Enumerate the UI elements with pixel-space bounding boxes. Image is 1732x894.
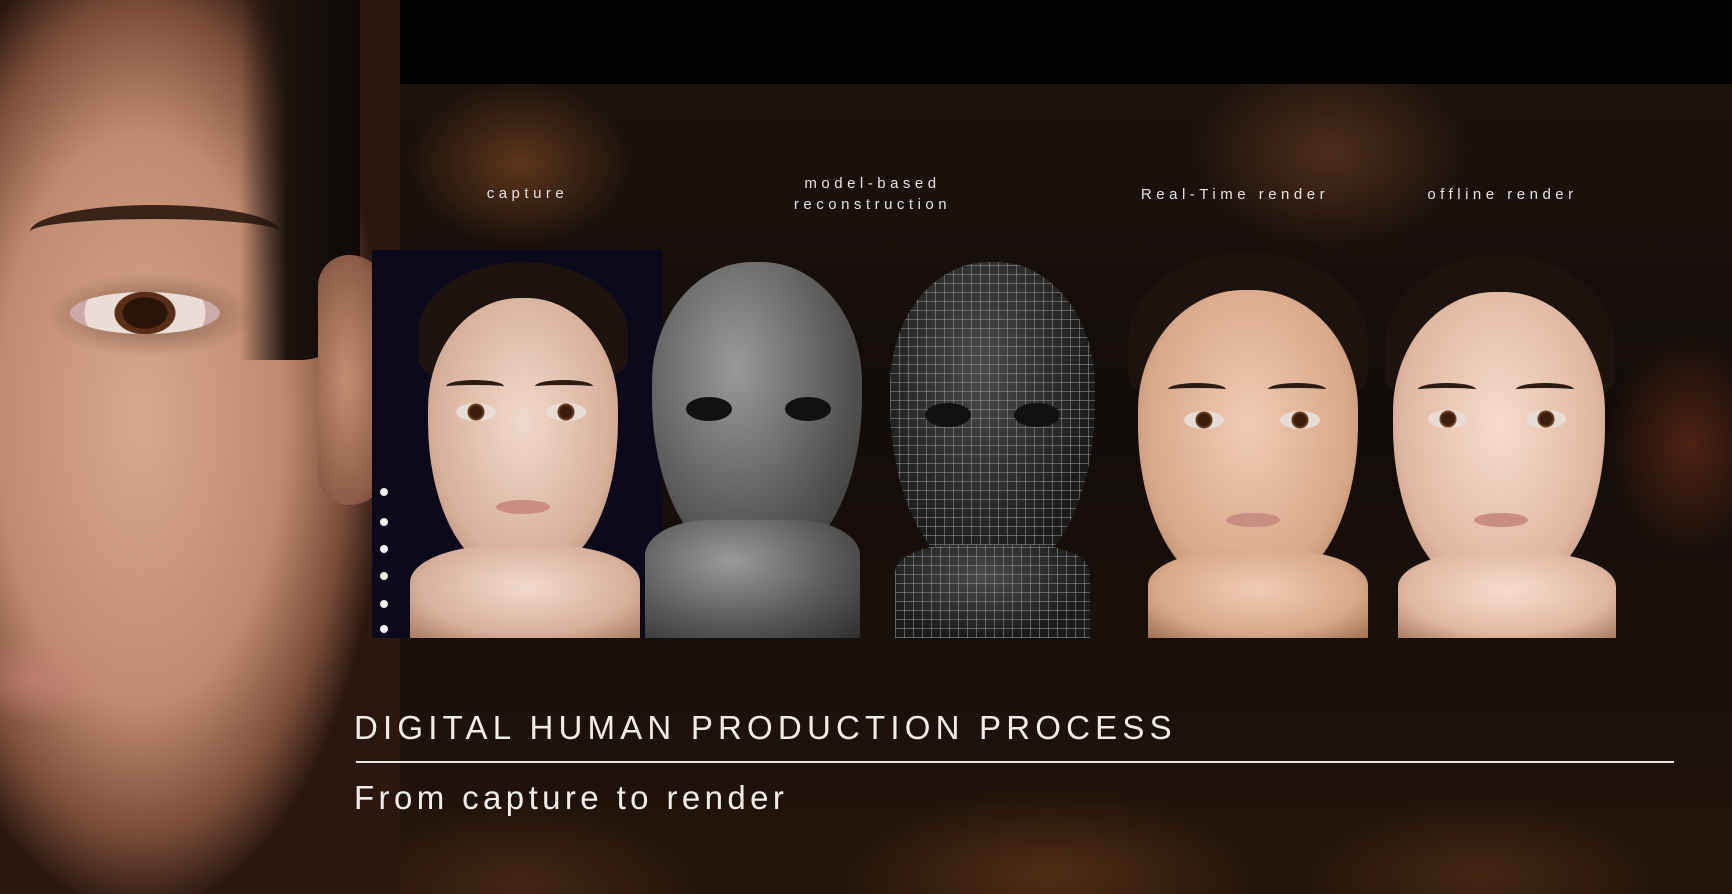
offline-lips bbox=[1474, 513, 1528, 527]
offline-eye-left bbox=[1428, 410, 1468, 428]
stage-label-capture-text: capture bbox=[486, 185, 569, 202]
clay-eye-socket-left bbox=[686, 397, 732, 421]
slide-title: DIGITAL HUMAN PRODUCTION PROCESS bbox=[354, 709, 1177, 746]
offline-render-neck bbox=[1398, 552, 1616, 638]
slide-subtitle: From capture to render bbox=[354, 779, 789, 816]
stage-label-line-1: model-based bbox=[804, 175, 941, 192]
wireframe-eye-socket-right bbox=[1014, 403, 1060, 427]
offline-eye-right bbox=[1526, 410, 1566, 428]
realtime-eyebrow-right bbox=[1268, 383, 1326, 396]
stage-label-capture: capture bbox=[440, 183, 615, 204]
realtime-eye-left bbox=[1184, 411, 1224, 429]
offline-render-face bbox=[1393, 292, 1605, 590]
offline-eyebrow-right bbox=[1516, 383, 1574, 396]
wireframe-eye-socket-left bbox=[925, 403, 971, 427]
capture-eyebrow-right bbox=[535, 380, 593, 393]
wireframe-head-model bbox=[890, 262, 1095, 572]
stage-label-offline-text: offline render bbox=[1427, 186, 1578, 203]
realtime-eye-right bbox=[1280, 411, 1320, 429]
stage-label-model-based-reconstruction: model-based reconstruction bbox=[740, 173, 1005, 215]
realtime-lips bbox=[1226, 513, 1280, 527]
stage-label-realtime-text: Real-Time render bbox=[1140, 186, 1330, 203]
capture-eye-right bbox=[546, 403, 586, 421]
offline-eyebrow-left bbox=[1418, 383, 1476, 396]
title-divider bbox=[356, 761, 1674, 763]
realtime-render-neck bbox=[1148, 550, 1368, 638]
capture-face bbox=[428, 298, 618, 573]
capture-lips bbox=[496, 500, 550, 514]
stage-label-line-2: reconstruction bbox=[793, 196, 952, 213]
stage-label-realtime-render: Real-Time render bbox=[1110, 184, 1360, 205]
clay-neck-model bbox=[645, 520, 860, 638]
capture-eye-left bbox=[456, 403, 496, 421]
clay-eye-socket-right bbox=[785, 397, 831, 421]
closeup-eye bbox=[70, 292, 220, 334]
capture-eyebrow-left bbox=[446, 380, 504, 393]
capture-neck bbox=[410, 545, 640, 638]
realtime-render-face bbox=[1138, 290, 1358, 590]
stage-label-offline-render: offline render bbox=[1395, 184, 1610, 205]
clay-head-model bbox=[652, 262, 862, 562]
wireframe-neck-model bbox=[895, 545, 1090, 638]
realtime-eyebrow-left bbox=[1168, 383, 1226, 396]
